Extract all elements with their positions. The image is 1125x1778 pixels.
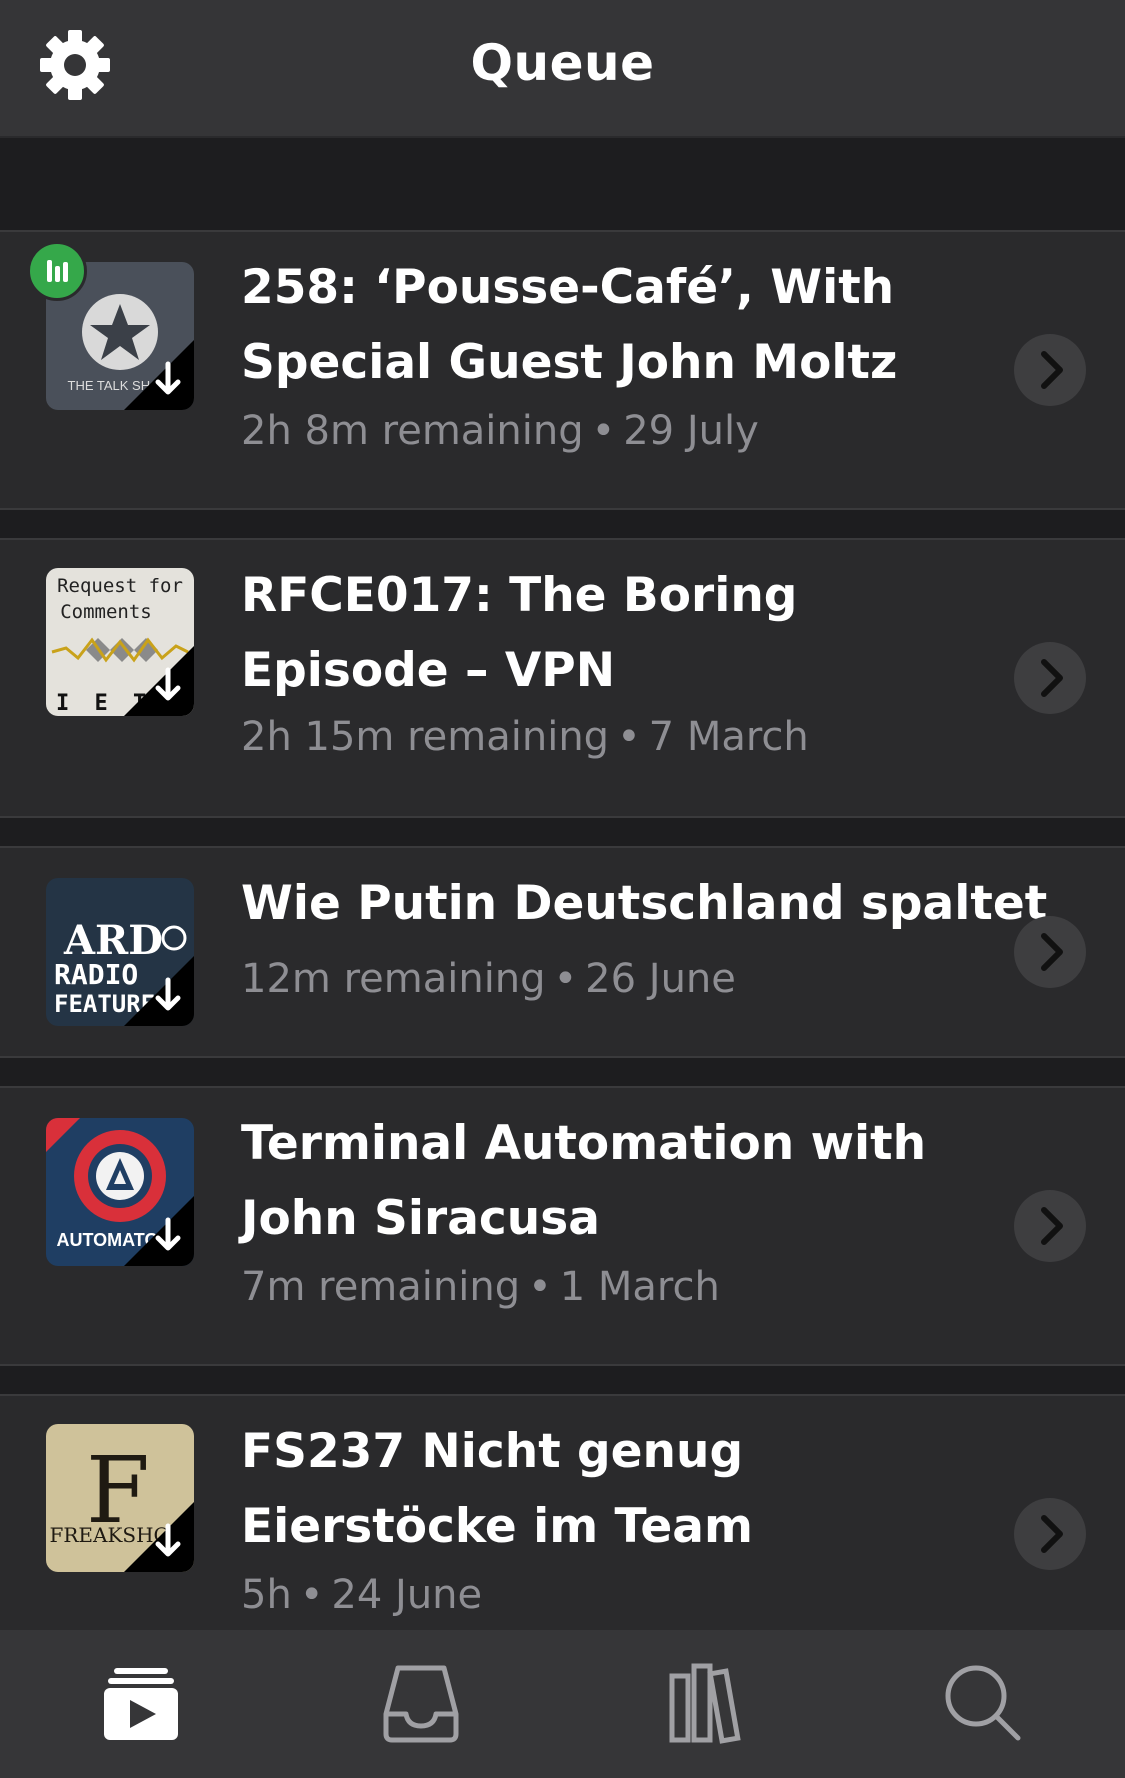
queue-item[interactable]: F FREAKSHOW FS237 Nicht genug Eierstöcke… — [0, 1394, 1125, 1630]
chevron-right-icon[interactable] — [1014, 1190, 1086, 1262]
artwork-text: Request for — [57, 575, 183, 597]
header-bar: Queue — [0, 0, 1125, 138]
episode-date: 26 June — [585, 956, 736, 1002]
episode-date: 24 June — [331, 1572, 483, 1618]
now-playing-icon — [27, 241, 87, 301]
episode-remaining: 7m remaining — [241, 1264, 521, 1310]
episode-date: 1 March — [559, 1264, 720, 1310]
episode-remaining: 2h 8m remaining — [241, 408, 584, 454]
downloaded-icon — [124, 956, 194, 1026]
episode-artwork: AUTOMATORS — [46, 1118, 194, 1266]
episode-meta: 2h 15m remaining • 7 March — [241, 712, 981, 762]
queue-screen: Queue THE TALK SHOW 258: ‘Pousse-Café’, … — [0, 0, 1125, 1778]
chevron-right-icon[interactable] — [1014, 916, 1086, 988]
queue-list[interactable]: THE TALK SHOW 258: ‘Pousse-Café’, With S… — [0, 138, 1125, 1630]
meta-separator: • — [591, 408, 616, 454]
episode-meta: 5h • 24 June — [241, 1570, 981, 1620]
episode-date: 29 July — [623, 408, 759, 454]
episode-meta: 12m remaining • 26 June — [241, 954, 981, 1004]
chevron-right-icon[interactable] — [1014, 642, 1086, 714]
episode-title: FS237 Nicht genug Eierstöcke im Team — [241, 1424, 753, 1554]
page-title: Queue — [470, 34, 655, 92]
meta-separator: • — [528, 1264, 552, 1310]
downloaded-icon — [124, 646, 194, 716]
queue-item[interactable]: ARD RADIO FEATURE Wie Putin Deutschland … — [0, 846, 1125, 1058]
episode-title: RFCE017: The Boring Episode – VPN — [241, 568, 798, 698]
episode-remaining: 5h — [241, 1572, 292, 1618]
queue-item[interactable]: THE TALK SHOW 258: ‘Pousse-Café’, With S… — [0, 230, 1125, 510]
meta-separator: • — [553, 956, 578, 1002]
episode-title: Terminal Automation with John Siracusa — [241, 1116, 927, 1246]
episode-artwork: ARD RADIO FEATURE — [46, 878, 194, 1026]
queue-item[interactable]: AUTOMATORS Terminal Automation with John… — [0, 1086, 1125, 1366]
episode-date: 7 March — [648, 714, 809, 760]
episode-artwork: Request for Comments I E T — [46, 568, 194, 716]
episode-remaining: 2h 15m remaining — [241, 714, 610, 760]
library-tab-icon[interactable] — [658, 1658, 748, 1748]
downloaded-icon — [124, 340, 194, 410]
tab-bar — [0, 1630, 1125, 1778]
downloaded-icon — [124, 1502, 194, 1572]
episode-artwork: F FREAKSHOW — [46, 1424, 194, 1572]
meta-separator: • — [299, 1572, 324, 1618]
chevron-right-icon[interactable] — [1014, 1498, 1086, 1570]
search-tab-icon[interactable] — [938, 1658, 1028, 1748]
queue-item[interactable]: Request for Comments I E T RFCE017: The … — [0, 538, 1125, 818]
episode-meta: 2h 8m remaining • 29 July — [241, 406, 981, 456]
inbox-tab-icon[interactable] — [376, 1658, 466, 1748]
chevron-right-icon[interactable] — [1014, 334, 1086, 406]
episode-remaining: 12m remaining — [241, 956, 546, 1002]
episode-title: 258: ‘Pousse-Café’, With Special Guest J… — [241, 260, 898, 390]
queue-tab-icon[interactable] — [96, 1658, 186, 1748]
downloaded-icon — [124, 1196, 194, 1266]
artwork-text: Comments — [60, 601, 152, 623]
meta-separator: • — [617, 714, 641, 760]
episode-meta: 7m remaining • 1 March — [241, 1262, 981, 1312]
episode-title: Wie Putin Deutschland spaltet — [241, 876, 1048, 931]
